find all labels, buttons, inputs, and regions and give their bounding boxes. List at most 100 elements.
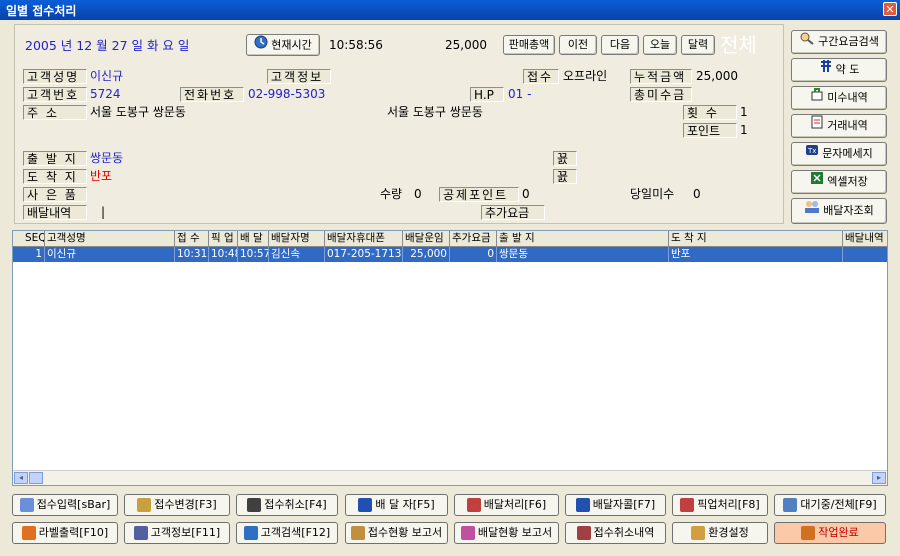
next-button[interactable]: 다음 <box>601 35 639 55</box>
column-header-courier-phone[interactable]: 배달자휴대폰 <box>325 231 403 246</box>
monitor-icon <box>783 498 798 512</box>
today-button[interactable]: 오늘 <box>643 35 677 55</box>
scroll-left-icon[interactable]: ◂ <box>14 472 28 484</box>
column-header-delivery-detail[interactable]: 배달내역 <box>843 231 887 246</box>
point-label: 포인트 <box>683 123 737 138</box>
column-header-customer-name[interactable]: 고객성명 <box>45 231 175 246</box>
cancel-doc-icon <box>576 526 591 540</box>
section-fare-search-button[interactable]: 구간요금검색 <box>791 30 887 54</box>
close-icon[interactable]: ✕ <box>883 2 897 16</box>
customer-search-button[interactable]: 고객검색[F12] <box>236 522 338 544</box>
map-button[interactable]: 약 도 <box>791 58 887 82</box>
destination-hotkey[interactable]: 꾨 <box>553 169 577 184</box>
cell-departure[interactable]: 쌍문동 <box>497 247 669 262</box>
column-header-extra-fee[interactable]: 추가요금 <box>450 231 497 246</box>
customer-info-button[interactable]: 고객정보[F11] <box>124 522 230 544</box>
cell-destination[interactable]: 반포 <box>669 247 843 262</box>
delivery-report-button[interactable]: 배달현황 보고서 <box>454 522 559 544</box>
courier-lookup-button[interactable]: 배달자조회 <box>791 198 887 224</box>
process-icon <box>466 498 481 512</box>
button-label: 고객정보[F11] <box>150 526 221 539</box>
window-title: 일별 접수처리 <box>6 4 77 18</box>
cell-received[interactable]: 10:31 <box>175 247 209 262</box>
departure-hotkey[interactable]: 꾨 <box>553 151 577 166</box>
receipt-edit-button[interactable]: 접수변경[F3] <box>124 494 230 516</box>
transaction-history-button[interactable]: 거래내역 <box>791 114 887 138</box>
all-label: 전체 <box>720 33 757 57</box>
cell-courier-name[interactable]: 김신속 <box>269 247 325 262</box>
current-time: 10:58:56 <box>329 38 383 52</box>
cell-fare[interactable]: 25,000 <box>403 247 450 262</box>
pickup-process-button[interactable]: 픽업처리[F8] <box>672 494 768 516</box>
horizontal-scrollbar[interactable]: ◂ ▸ <box>13 470 887 485</box>
delivery-detail-label: 배달내역 <box>23 205 87 220</box>
cancel-history-button[interactable]: 접수취소내역 <box>565 522 666 544</box>
button-label: 배 달 자[F5] <box>375 498 435 511</box>
receipt-type: 오프라인 <box>563 69 608 83</box>
button-label: 픽업처리[F8] <box>697 498 760 511</box>
search-person-icon <box>799 31 815 53</box>
receipt-report-button[interactable]: 접수현황 보고서 <box>345 522 448 544</box>
button-label: 접수현황 보고서 <box>367 526 443 539</box>
button-label: 배달자콜[F7] <box>592 498 656 511</box>
column-header-destination[interactable]: 도 착 지 <box>669 231 843 246</box>
cell-delivered[interactable]: 10:57 <box>238 247 269 262</box>
customer-info-label: 고객정보 <box>267 69 331 84</box>
count-label: 횟 수 <box>683 105 737 120</box>
button-label: 라벨출력[F10] <box>38 526 109 539</box>
column-header-seq[interactable]: SEQ <box>23 231 45 246</box>
work-complete-button[interactable]: 작업완료 <box>774 522 886 544</box>
unpaid-label: 총미수금 <box>630 87 692 102</box>
cell-seq[interactable]: 1 <box>23 247 45 262</box>
map-icon <box>819 59 833 81</box>
courier-call-button[interactable]: 배달자콜[F7] <box>565 494 666 516</box>
column-header-fare[interactable]: 배달운임 <box>403 231 450 246</box>
excel-save-button[interactable]: 엑셀저장 <box>791 170 887 194</box>
column-header-received[interactable]: 접 수 <box>175 231 209 246</box>
gift-label: 사 은 품 <box>23 187 87 202</box>
cell-pickup[interactable]: 10:48 <box>209 247 238 262</box>
hp-label: H.P <box>470 87 504 102</box>
label-print-button[interactable]: 라벨출력[F10] <box>12 522 118 544</box>
address: 서울 도봉구 쌍문동 <box>90 105 186 119</box>
courier-button[interactable]: 배 달 자[F5] <box>345 494 448 516</box>
hp-number: 01 - <box>508 87 532 101</box>
receipt-cancel-button[interactable]: 접수취소[F4] <box>236 494 338 516</box>
cell-extra-fee[interactable]: 0 <box>450 247 497 262</box>
prev-button[interactable]: 이전 <box>559 35 597 55</box>
now-time-button[interactable]: 현재시간 <box>246 34 320 56</box>
column-header-delivered[interactable]: 배 달 <box>238 231 269 246</box>
input-icon <box>19 498 34 512</box>
sms-message-button[interactable]: Tx 문자메세지 <box>791 142 887 166</box>
waiting-all-button[interactable]: 대기중/전체[F9] <box>774 494 886 516</box>
column-header-courier-name[interactable]: 배달자명 <box>269 231 325 246</box>
unpaid-history-button[interactable]: 미수내역 <box>791 86 887 110</box>
total-amount: 25,000 <box>696 69 738 83</box>
scroll-right-icon[interactable]: ▸ <box>872 472 886 484</box>
count-value: 1 <box>740 105 748 119</box>
cell-customer-name[interactable]: 이신규 <box>45 247 175 262</box>
deduct-point-value: 0 <box>522 187 530 201</box>
delivery-detail-field[interactable]: | <box>101 205 105 220</box>
delivery-process-button[interactable]: 배달처리[F6] <box>454 494 559 516</box>
cell-delivery-detail[interactable] <box>843 247 887 262</box>
column-header-pickup[interactable]: 픽 업 <box>209 231 238 246</box>
quantity-value: 0 <box>414 187 422 201</box>
button-label: 작업완료 <box>818 526 859 539</box>
calendar-button[interactable]: 달력 <box>681 35 715 55</box>
settings-button[interactable]: 환경설정 <box>672 522 768 544</box>
button-label: 접수변경[F3] <box>154 498 217 511</box>
scroll-thumb[interactable] <box>29 472 43 484</box>
point-value: 1 <box>740 123 748 137</box>
receipt-input-button[interactable]: 접수입력[sBar] <box>12 494 118 516</box>
info-icon <box>133 526 148 540</box>
date-display: 2005 년 12 월 27 일 화 요 일 <box>25 38 190 53</box>
clock-icon <box>254 35 268 56</box>
sales-total-button[interactable]: 판매총액 <box>503 35 555 55</box>
cell-courier-phone[interactable]: 017-205-1713 <box>325 247 403 262</box>
gear-icon <box>691 526 706 540</box>
extra-fee-label: 추가요금 <box>481 205 545 220</box>
column-header-departure[interactable]: 출 발 지 <box>497 231 669 246</box>
table-row[interactable]: 1이신규10:3110:4810:57김신속017-205-171325,000… <box>13 247 887 262</box>
delivery-grid: SEQ 고객성명 접 수픽 업배 달 배달자명 배달자휴대폰 배달운임 추가요금 출 발 지도… <box>12 230 888 486</box>
